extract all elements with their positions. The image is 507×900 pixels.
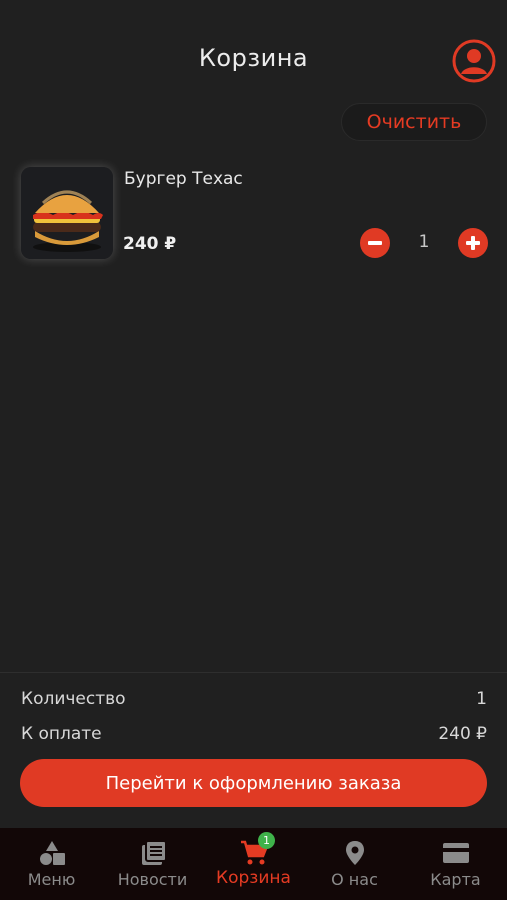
credit-card-icon xyxy=(442,840,470,866)
news-icon xyxy=(139,840,167,866)
cart-badge: 1 xyxy=(258,832,275,849)
nav-label: Карта xyxy=(430,870,481,889)
item-quantity: 1 xyxy=(418,232,430,252)
nav-item-card[interactable]: Карта xyxy=(405,828,506,900)
minus-icon xyxy=(368,241,382,245)
quantity-row: Количество 1 xyxy=(21,689,487,713)
shapes-icon xyxy=(38,840,66,866)
decrease-quantity-button[interactable] xyxy=(360,228,390,258)
total-value: 240 ₽ xyxy=(438,724,487,744)
total-row: К оплате 240 ₽ xyxy=(21,724,487,748)
user-circle-icon[interactable] xyxy=(451,38,497,84)
quantity-label: Количество xyxy=(21,689,126,709)
location-pin-icon xyxy=(341,840,369,866)
checkout-button[interactable]: Перейти к оформлению заказа xyxy=(20,759,487,807)
page-title: Корзина xyxy=(198,44,309,72)
cart-item: Бургер Техас 240 ₽ 1 xyxy=(0,160,507,270)
nav-item-news[interactable]: Новости xyxy=(102,828,203,900)
total-label: К оплате xyxy=(21,724,102,744)
increase-quantity-button[interactable] xyxy=(458,228,488,258)
nav-item-menu[interactable]: Меню xyxy=(1,828,102,900)
nav-item-about[interactable]: О нас xyxy=(304,828,405,900)
clear-cart-button[interactable]: Очистить xyxy=(341,103,487,141)
nav-label: Корзина xyxy=(216,868,291,888)
quantity-value: 1 xyxy=(476,689,487,709)
item-price: 240 ₽ xyxy=(123,234,177,254)
nav-label: Меню xyxy=(27,870,76,889)
item-name: Бургер Техас xyxy=(124,169,243,189)
bottom-nav: Меню Новости 1 Корзина О нас Карта xyxy=(0,828,507,900)
order-summary: Количество 1 К оплате 240 ₽ Перейти к оф… xyxy=(0,672,507,829)
nav-item-cart[interactable]: 1 Корзина xyxy=(203,828,304,900)
header: Корзина xyxy=(0,0,507,100)
nav-label: Новости xyxy=(117,870,188,889)
burger-photo xyxy=(21,167,113,259)
nav-label: О нас xyxy=(331,870,378,889)
